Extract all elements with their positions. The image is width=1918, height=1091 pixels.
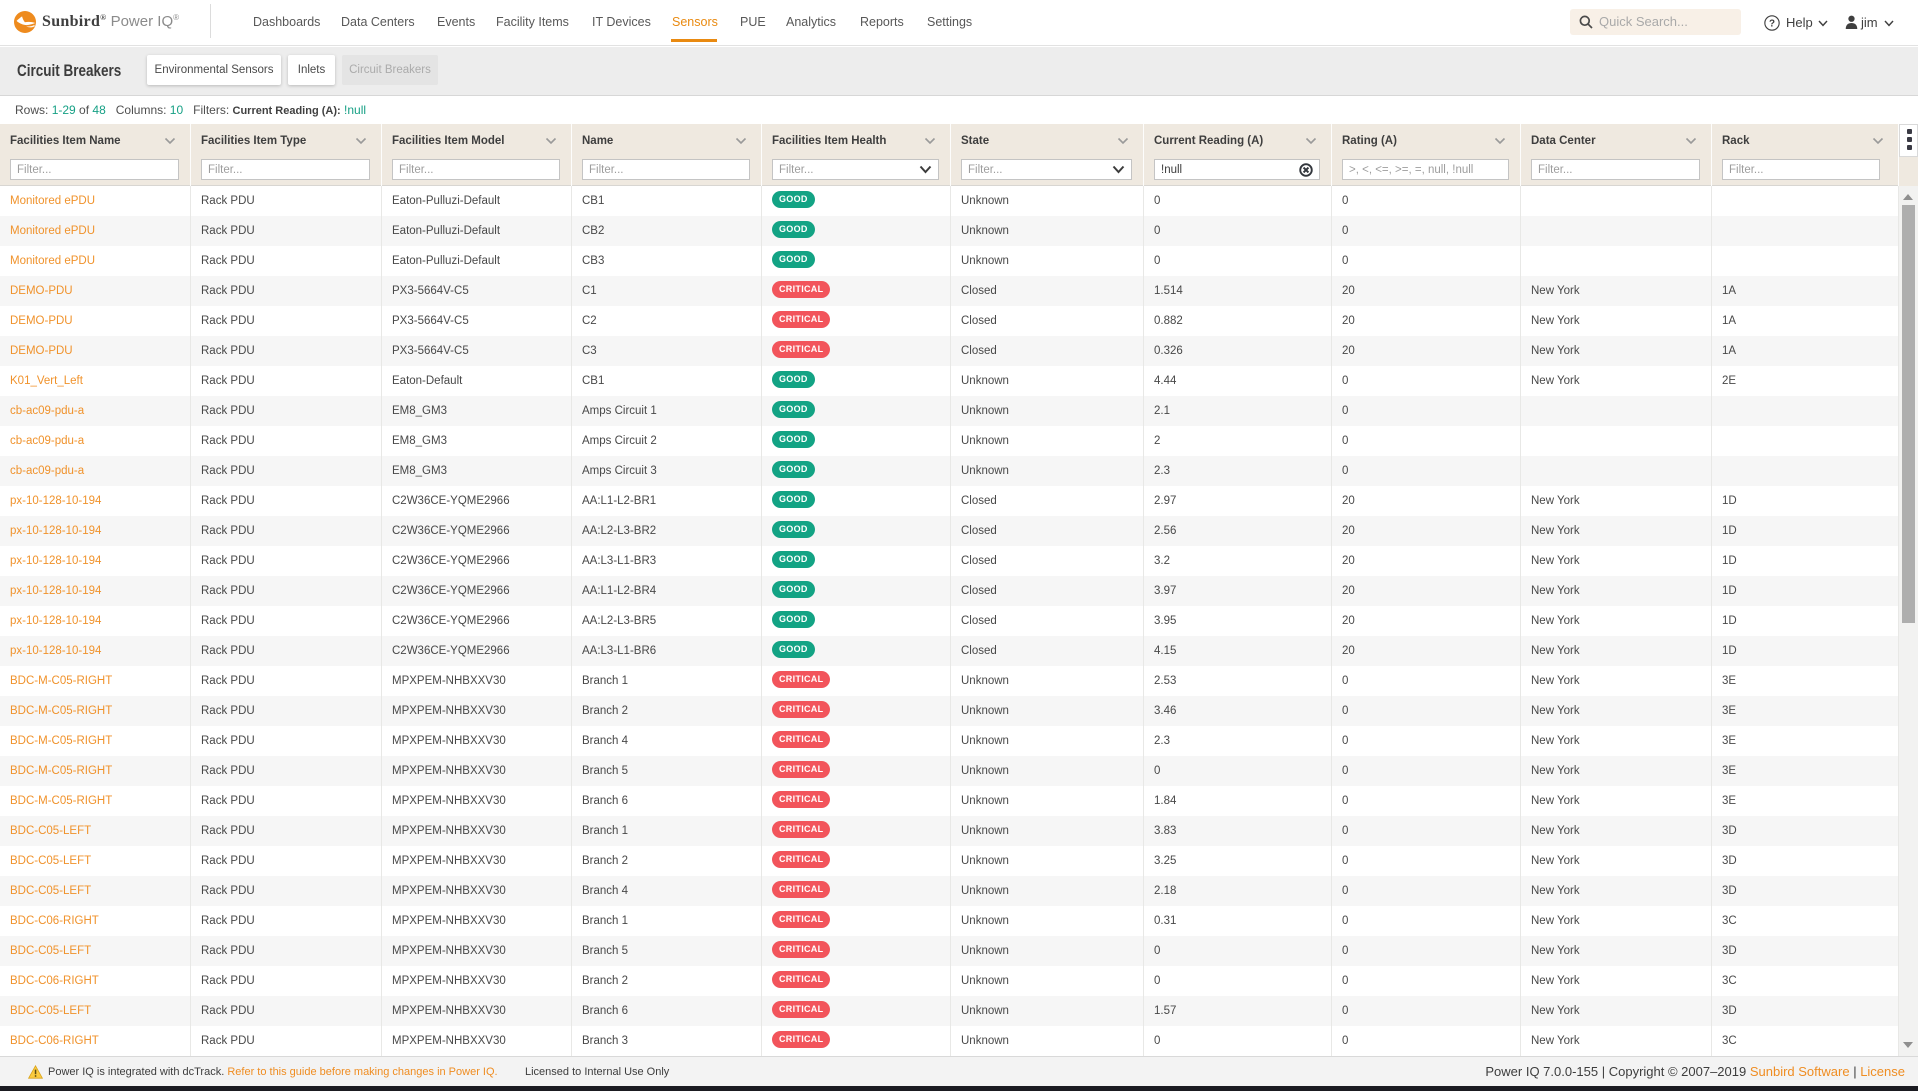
svg-text:?: ? <box>1769 18 1775 29</box>
